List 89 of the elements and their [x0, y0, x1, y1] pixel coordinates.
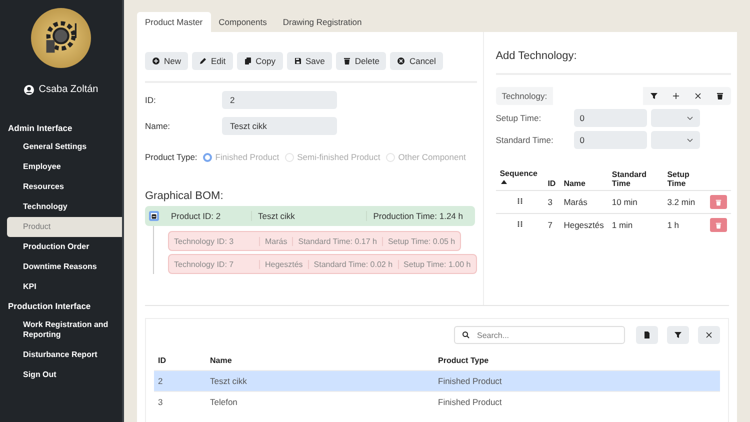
sidebar-item[interactable]: Employee: [7, 157, 122, 177]
sidebar-item[interactable]: General Settings: [7, 137, 122, 157]
column-header: Standard Time: [608, 167, 664, 190]
column-header: Name: [206, 344, 434, 370]
toolbar-button[interactable]: New: [145, 52, 188, 70]
field-label: Product Type:: [145, 152, 198, 162]
tab[interactable]: Components: [210, 12, 275, 32]
cancel-circle-icon: [397, 57, 406, 65]
plus-circle-icon: [152, 57, 160, 65]
user-name: Csaba Zoltán: [38, 84, 98, 95]
tab[interactable]: Drawing Registration: [274, 12, 370, 32]
table-cell: Marás: [560, 190, 608, 214]
sidebar-item[interactable]: KPI: [7, 277, 122, 297]
bom-technology-node: Technology ID: 3 Marás Standard Time: 0.17 h Setup Time: 0.05 h: [168, 231, 462, 251]
search-field[interactable]: Search...: [454, 326, 625, 344]
column-header: Setup Time: [663, 167, 706, 190]
sidebar-item[interactable]: Disturbance Report: [7, 345, 122, 365]
field-label: Standard Time:: [496, 135, 554, 145]
table-cell: Finished Product: [434, 370, 720, 392]
table-cell: 3: [544, 190, 560, 214]
plus-icon: [672, 92, 680, 100]
bom-technology-node: Technology ID: 7 Hegesztés Standard Time: 0.02 h Setup Time: 1.00 h: [168, 254, 477, 274]
close-button[interactable]: [698, 326, 720, 344]
drag-handle-icon: [516, 220, 524, 228]
table-cell: 10 min: [608, 190, 664, 214]
section-title: Graphical BOM:: [145, 190, 224, 202]
sidebar-item[interactable]: Production Order: [7, 237, 122, 257]
input-field[interactable]: 2: [222, 91, 337, 109]
export-button[interactable]: [636, 326, 658, 344]
input-field[interactable]: 0: [574, 109, 647, 127]
sidebar-item[interactable]: Resources: [7, 177, 122, 197]
table-cell: 1 min: [608, 214, 664, 236]
input-field[interactable]: 0: [574, 131, 647, 149]
collapse-toggle[interactable]: [149, 211, 159, 221]
radio-label: Finished Product: [215, 152, 280, 162]
chevron-down-icon: [686, 114, 694, 122]
toolbar-button[interactable]: Copy: [236, 52, 283, 70]
toolbar-button[interactable]: Save: [286, 52, 332, 70]
sidebar-item[interactable]: Downtime Reasons: [7, 257, 122, 277]
close-icon: [694, 92, 702, 100]
table-cell: 7: [544, 214, 560, 236]
sidebar-item[interactable]: Technology: [7, 197, 122, 217]
close-icon: [705, 331, 713, 339]
tab[interactable]: Product Master: [137, 12, 211, 32]
trash-icon: [715, 222, 722, 228]
pencil-icon: [199, 57, 208, 65]
sidebar-section-title: Production Interface: [8, 301, 92, 311]
document-icon: [643, 331, 651, 339]
trash-icon: [716, 92, 724, 100]
column-header[interactable]: Sequence: [496, 167, 544, 190]
toolbar-button[interactable]: Edit: [192, 52, 233, 70]
field-label: Technology:: [500, 91, 548, 101]
radio-label: Semi-finished Product: [297, 152, 380, 162]
input-field[interactable]: Teszt cikk: [222, 117, 337, 135]
field-label: Setup Time:: [496, 113, 542, 123]
table-cell: Hegesztés: [560, 214, 608, 236]
sidebar-item[interactable]: Work Registration and Reporting: [7, 315, 122, 345]
filter-icon: [650, 92, 658, 100]
column-header: Product Type: [434, 344, 720, 370]
table-cell: 2: [154, 370, 206, 392]
bom-product-node: Product ID: 2 Teszt cikk Production Time: 1.24 h: [145, 206, 475, 226]
table-cell: Telefon: [206, 392, 434, 412]
trash-icon: [342, 57, 351, 65]
sidebar-item[interactable]: Sign Out: [7, 365, 122, 385]
section-title: Add Technology:: [496, 50, 732, 75]
field-label: Name:: [145, 121, 172, 131]
table-cell: Teszt cikk: [206, 370, 434, 392]
sort-up-icon: [500, 178, 508, 186]
column-header: ID: [154, 344, 206, 370]
table-cell: Finished Product: [434, 392, 720, 412]
column-header: ID: [544, 167, 560, 190]
toolbar-button[interactable]: Delete: [336, 52, 386, 70]
sidebar-section-title: Admin Interface: [8, 123, 74, 133]
toolbar-button[interactable]: Cancel: [390, 52, 443, 70]
table-cell: 3: [154, 392, 206, 412]
table-cell: 3.2 min: [663, 190, 706, 214]
drag-handle-icon: [516, 197, 524, 205]
trash-icon: [715, 198, 722, 206]
minus-icon: [151, 212, 157, 220]
user-circle-icon: [24, 84, 34, 94]
column-header: Name: [560, 167, 608, 190]
filter-icon: [674, 331, 682, 339]
filter-button[interactable]: [667, 326, 689, 344]
table-cell: 1 h: [663, 214, 706, 236]
chevron-down-icon: [686, 136, 694, 144]
field-label: ID:: [145, 95, 157, 105]
radio-button[interactable]: [203, 152, 212, 162]
copy-icon: [244, 57, 252, 65]
radio-label: Other Component: [398, 152, 466, 162]
